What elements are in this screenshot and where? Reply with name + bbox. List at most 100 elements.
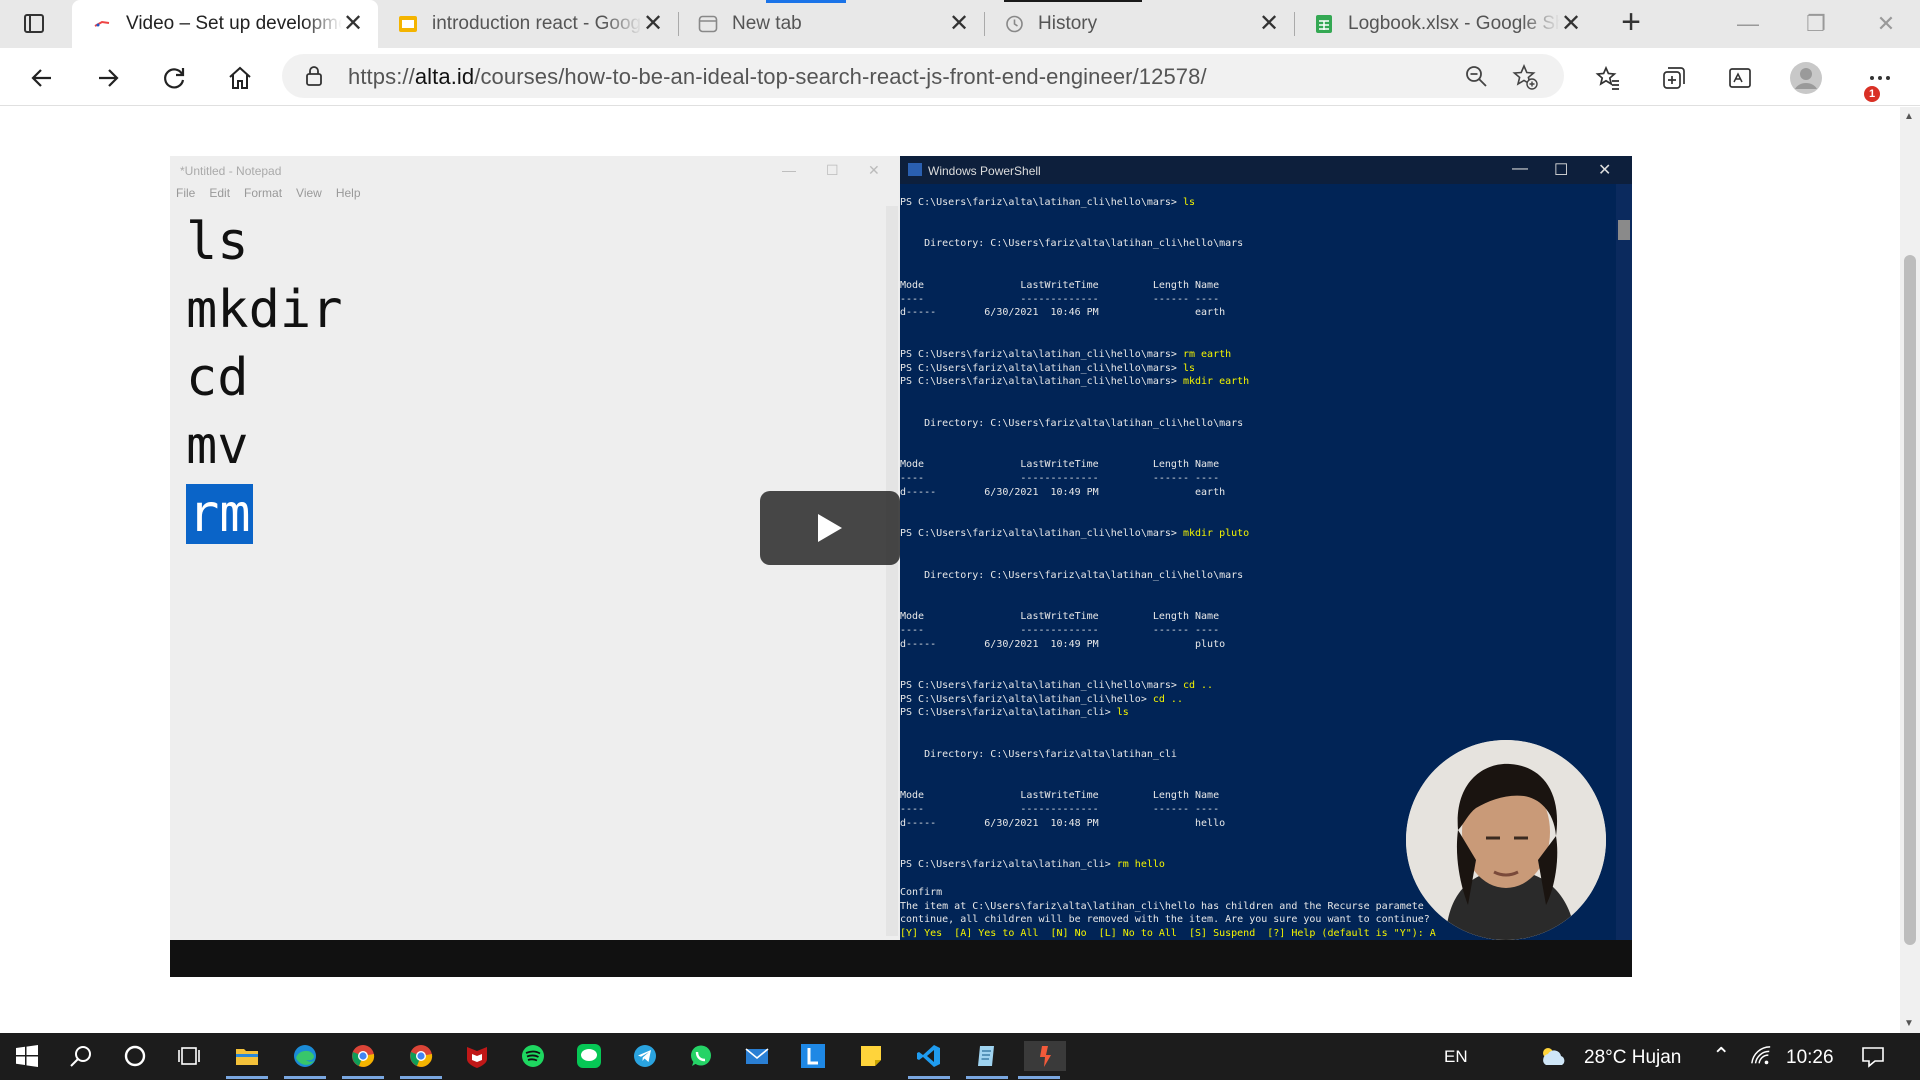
arrow-right-icon	[99, 69, 119, 87]
menu-view: View	[296, 186, 322, 200]
scroll-down-icon[interactable]: ▼	[1904, 1018, 1914, 1029]
tab-title: introduction react - Google Slides	[432, 13, 642, 34]
chrome-icon[interactable]	[342, 1041, 384, 1079]
weather-text[interactable]: 28°C Hujan	[1584, 1047, 1681, 1069]
video-player[interactable]: *Untitled - Notepad — ☐ ✕ File Edit Form…	[170, 156, 1632, 977]
reload-button[interactable]	[154, 58, 194, 98]
player-control-bar[interactable]	[170, 940, 1632, 977]
restore-button[interactable]: ❐	[1796, 10, 1836, 38]
telegram-icon[interactable]	[630, 1041, 660, 1071]
arrow-left-icon	[31, 69, 51, 87]
chrome-icon[interactable]	[400, 1041, 442, 1079]
whatsapp-icon[interactable]	[686, 1041, 716, 1071]
vscode-icon[interactable]	[908, 1041, 950, 1079]
task-view-icon[interactable]	[174, 1041, 204, 1071]
notepad-selected-line: rm	[186, 484, 253, 544]
video-frame[interactable]: *Untitled - Notepad — ☐ ✕ File Edit Form…	[170, 156, 1632, 940]
settings-more-button[interactable]: 1	[1860, 58, 1900, 102]
new-tab-button[interactable]: +	[1616, 5, 1646, 39]
collections-button[interactable]	[1654, 58, 1694, 98]
notification-center-icon[interactable]	[1858, 1041, 1888, 1071]
play-button[interactable]	[760, 491, 900, 565]
history-icon	[1006, 15, 1023, 33]
url-text[interactable]: https://alta.id/courses/how-to-be-an-ide…	[348, 64, 1207, 90]
mail-icon[interactable]	[742, 1041, 772, 1071]
favorites-button[interactable]	[1588, 58, 1628, 98]
windows-start-icon[interactable]	[12, 1041, 42, 1071]
powershell-line	[900, 431, 1610, 445]
close-icon[interactable]: ✕	[1258, 12, 1280, 36]
tab-title: History	[1038, 13, 1098, 34]
scroll-up-icon[interactable]: ▲	[1904, 111, 1914, 122]
tab-logbook[interactable]: Logbook.xlsx - Google Sheets ✕	[1294, 0, 1596, 48]
powershell-line: PS C:\Users\fariz\alta\latihan_cli> ls	[900, 707, 1129, 719]
forward-button[interactable]	[88, 58, 128, 98]
back-button[interactable]	[22, 58, 62, 98]
powershell-line: d----- 6/30/2021 10:49 PM earth	[900, 486, 1226, 498]
mcafee-icon[interactable]	[462, 1041, 492, 1071]
sheets-icon	[1316, 15, 1332, 33]
tab-history[interactable]: History ✕	[984, 0, 1294, 48]
edge-icon[interactable]	[284, 1041, 326, 1079]
home-button[interactable]	[220, 58, 260, 98]
powershell-line	[900, 651, 1610, 665]
minimize-icon: —	[1512, 160, 1528, 177]
powershell-line: ---- ------------- ------ ----	[900, 472, 1220, 484]
powershell-line: PS C:\Users\fariz\alta\latihan_cli\hello…	[900, 348, 1232, 360]
l-app-icon[interactable]	[798, 1041, 828, 1071]
app-icon[interactable]	[1018, 1041, 1066, 1079]
close-icon[interactable]: ✕	[342, 12, 364, 36]
powershell-line: PS C:\Users\fariz\alta\latihan_cli\hello…	[900, 362, 1196, 374]
wifi-icon[interactable]	[1746, 1041, 1776, 1071]
language-indicator[interactable]: EN	[1444, 1047, 1468, 1067]
immersive-reader-button[interactable]	[1720, 58, 1760, 98]
page-scrollbar[interactable]: ▲ ▼	[1900, 107, 1920, 1033]
clock[interactable]: 10:26	[1786, 1047, 1834, 1069]
menu-file: File	[176, 186, 196, 200]
cortana-icon[interactable]	[120, 1041, 150, 1071]
close-icon[interactable]: ✕	[948, 12, 970, 36]
address-bar[interactable]: https://alta.id/courses/how-to-be-an-ide…	[282, 54, 1564, 98]
tab-actions-icon[interactable]	[20, 12, 48, 36]
close-icon[interactable]: ✕	[1560, 12, 1582, 36]
spotify-icon[interactable]	[518, 1041, 548, 1071]
zoom-icon[interactable]	[1464, 64, 1488, 88]
tab-new-tab[interactable]: New tab ✕	[678, 0, 984, 48]
powershell-line	[900, 334, 1610, 348]
window-close-button[interactable]: ✕	[1866, 10, 1906, 38]
powershell-line	[900, 265, 1610, 279]
tab-title: New tab	[732, 13, 802, 34]
favorites-icon	[1595, 65, 1619, 90]
weather-icon[interactable]	[1538, 1041, 1568, 1071]
sticky-notes-icon[interactable]	[856, 1041, 886, 1071]
chevron-up-icon[interactable]: ⌃	[1712, 1043, 1730, 1069]
close-icon[interactable]: ✕	[642, 12, 664, 36]
tab-title: Logbook.xlsx - Google Sheets	[1348, 13, 1560, 34]
notepad-line: cd	[186, 348, 249, 408]
minimize-button[interactable]: —	[1728, 10, 1768, 38]
tab-video[interactable]: Video – Set up development environment ✕	[72, 0, 378, 48]
lock-icon[interactable]	[302, 64, 326, 88]
file-explorer-icon[interactable]	[226, 1041, 268, 1079]
reload-icon	[164, 68, 185, 89]
scrollbar-thumb[interactable]	[1904, 255, 1916, 945]
url-path: /courses/how-to-be-an-ideal-top-search-r…	[474, 64, 1207, 89]
powershell-line: PS C:\Users\fariz\alta\latihan_cli\hello…	[900, 528, 1250, 540]
line-icon[interactable]	[574, 1041, 604, 1071]
tab-strip: Video – Set up development environment ✕…	[0, 0, 1920, 48]
menu-help: Help	[335, 186, 361, 200]
powershell-line	[900, 320, 1610, 334]
powershell-line: Directory: C:\Users\fariz\alta\latihan_c…	[900, 569, 1244, 581]
add-favorite-icon[interactable]	[1512, 64, 1538, 90]
profile-button[interactable]	[1786, 58, 1826, 98]
browser-toolbar: https://alta.id/courses/how-to-be-an-ide…	[0, 48, 1920, 106]
powershell-scrollbar	[1616, 184, 1632, 940]
search-icon[interactable]	[66, 1041, 96, 1071]
powershell-line	[900, 403, 1610, 417]
tab-slides[interactable]: introduction react - Google Slides ✕	[378, 0, 678, 48]
notepad-icon[interactable]	[966, 1041, 1008, 1079]
powershell-line	[900, 224, 1610, 238]
powershell-line: PS C:\Users\fariz\alta\latihan_cli\hello…	[900, 376, 1250, 388]
powershell-line: PS C:\Users\fariz\alta\latihan_cli\hello…	[900, 197, 1196, 208]
newtab-icon	[698, 15, 718, 33]
